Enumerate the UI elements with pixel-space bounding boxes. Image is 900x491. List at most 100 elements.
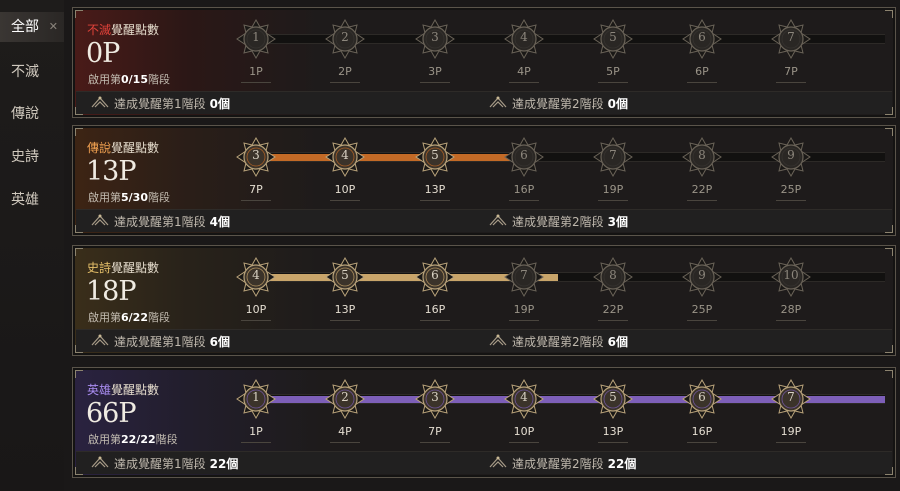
stage-node[interactable]: 3 [415, 379, 455, 419]
stage-points-label: 22P [583, 303, 643, 321]
stage-node[interactable]: 8 [682, 137, 722, 177]
stage-node[interactable]: 2 [325, 379, 365, 419]
achievement-label: 達成覺醒第2階段 [512, 97, 604, 111]
stage-node[interactable]: 7 [771, 379, 811, 419]
stage-points-label: 19P [494, 303, 554, 321]
sidebar-item-heroic[interactable]: 英雄 [0, 185, 64, 215]
points-summary: 英雄覺醒點數 66P 啟用第22/22階段 [76, 371, 248, 451]
stage-points-text: 22P [602, 303, 624, 316]
label-divider [241, 320, 271, 321]
sidebar-item-all[interactable]: 全部 ✕ [0, 12, 64, 42]
sidebar-item-epic[interactable]: 史詩 [0, 142, 64, 172]
stage-node[interactable]: 7 [771, 19, 811, 59]
sidebar-item-label: 英雄 [11, 192, 39, 208]
stage-points-text: 19P [602, 183, 624, 196]
stage-node[interactable]: 3 [415, 19, 455, 59]
stage-points-text: 25P [691, 303, 713, 316]
label-divider [509, 200, 539, 201]
stage-number: 8 [698, 148, 706, 162]
achievement-stage2: 達成覺醒第2階段 0個 [488, 95, 628, 112]
label-divider [687, 82, 717, 83]
stage-number: 1 [252, 30, 260, 44]
corner-ornament [885, 370, 893, 378]
stage-points-text: 19P [513, 303, 535, 316]
stage-points-label: 7P [405, 425, 465, 443]
sidebar-item-immortal[interactable]: 不滅 [0, 57, 64, 87]
title-suffix: 覺醒點數 [111, 261, 160, 275]
label-divider [509, 320, 539, 321]
awakening-crest-icon [90, 95, 110, 114]
stage-suffix: 階段 [147, 191, 170, 204]
stage-number: 5 [341, 268, 349, 282]
achievement-label: 達成覺醒第1階段 [114, 97, 206, 111]
stage-points-label: 25P [761, 183, 821, 201]
stage-node[interactable]: 1 [236, 379, 276, 419]
achievement-bar: 達成覺醒第1階段 6個 達成覺醒第2階段 6個 [76, 329, 892, 352]
stage-node[interactable]: 10 [771, 257, 811, 297]
stage-node[interactable]: 6 [504, 137, 544, 177]
awakening-card: 史詩覺醒點數 18P 啟用第6/22階段 4 10P 5 13P 6 16P 7… [72, 245, 896, 356]
stage-points-label: 7P [761, 65, 821, 83]
title-suffix: 覺醒點數 [111, 141, 160, 155]
stage-number: 1 [252, 390, 260, 404]
achievement-bar: 達成覺醒第1階段 22個 達成覺醒第2階段 22個 [76, 451, 892, 474]
stage-points-text: 16P [513, 183, 535, 196]
stage-node[interactable]: 4 [325, 137, 365, 177]
close-icon[interactable]: ✕ [49, 12, 58, 42]
label-divider [776, 320, 806, 321]
stage-node[interactable]: 5 [325, 257, 365, 297]
stage-node[interactable]: 4 [504, 19, 544, 59]
stage-node[interactable]: 4 [236, 257, 276, 297]
stage-node[interactable]: 4 [504, 379, 544, 419]
stage-points-label: 3P [405, 65, 465, 83]
sidebar-item-label: 史詩 [11, 149, 39, 165]
label-divider [330, 200, 360, 201]
stage-points-text: 13P [602, 425, 624, 438]
stage-points-label: 6P [672, 65, 732, 83]
stage-node[interactable]: 5 [415, 137, 455, 177]
stage-number: 7 [787, 390, 795, 404]
stage-points-text: 4P [517, 65, 531, 78]
stage-points-label: 10P [494, 425, 554, 443]
awakening-crest-icon [90, 333, 110, 352]
awakening-crest-icon [488, 455, 508, 474]
achievement-count: 6個 [209, 335, 230, 349]
sidebar-item-legendary[interactable]: 傳說 [0, 99, 64, 129]
sidebar-item-label: 傳說 [11, 106, 39, 122]
stage-node[interactable]: 5 [593, 379, 633, 419]
stage-node[interactable]: 5 [593, 19, 633, 59]
stage-node[interactable]: 3 [236, 137, 276, 177]
achievement-count: 0個 [209, 97, 230, 111]
stage-points-text: 1P [249, 425, 263, 438]
stage-node[interactable]: 9 [771, 137, 811, 177]
stage-points-text: 4P [338, 425, 352, 438]
stage-node[interactable]: 8 [593, 257, 633, 297]
stage-node[interactable]: 9 [682, 257, 722, 297]
corner-ornament [885, 10, 893, 18]
label-divider [687, 200, 717, 201]
stage-count: 0/15 [121, 73, 148, 86]
stage-progress: 啟用第22/22階段 [88, 431, 178, 447]
stage-node[interactable]: 1 [236, 19, 276, 59]
stage-points-label: 13P [405, 183, 465, 201]
stage-node[interactable]: 7 [504, 257, 544, 297]
stage-points-text: 10P [245, 303, 267, 316]
grade-label: 史詩 [87, 261, 112, 275]
stage-suffix: 階段 [155, 433, 178, 446]
card-title: 不滅覺醒點數 [87, 21, 159, 38]
stage-node[interactable]: 2 [325, 19, 365, 59]
awakening-card: 傳說覺醒點數 13P 啟用第5/30階段 3 7P 4 10P 5 13P 6 … [72, 125, 896, 236]
achievement-count: 0個 [607, 97, 628, 111]
stage-node[interactable]: 7 [593, 137, 633, 177]
stage-node[interactable]: 6 [682, 19, 722, 59]
stage-node[interactable]: 6 [415, 257, 455, 297]
stage-points-label: 10P [226, 303, 286, 321]
points-value: 66P [86, 398, 137, 429]
label-divider [687, 320, 717, 321]
stage-count: 22/22 [121, 433, 156, 446]
title-suffix: 覺醒點數 [111, 383, 160, 397]
stage-number: 3 [252, 148, 260, 162]
achievement-label: 達成覺醒第1階段 [114, 457, 206, 471]
achievement-label: 達成覺醒第1階段 [114, 335, 206, 349]
stage-node[interactable]: 6 [682, 379, 722, 419]
